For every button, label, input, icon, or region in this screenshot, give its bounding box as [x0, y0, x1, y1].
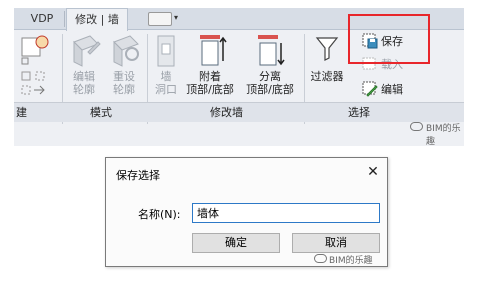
wechat-icon — [410, 122, 423, 131]
wall-opening-label-1: 墙 — [160, 70, 172, 83]
cancel-button[interactable]: 取消 — [292, 233, 380, 253]
edit-selection-icon — [362, 81, 378, 100]
reset-profile-label-2: 轮廓 — [113, 83, 135, 96]
filter-icon — [315, 36, 339, 65]
attach-label-1: 附着 — [199, 70, 221, 83]
tab-vdp[interactable]: VDP — [22, 8, 62, 30]
name-label: 名称(N): — [138, 208, 181, 221]
filter-button[interactable]: 过滤器 — [306, 70, 348, 83]
dialog-watermark: BIM的乐趣 — [329, 256, 373, 266]
reset-profile-icon — [110, 34, 142, 71]
name-field[interactable] — [192, 203, 380, 223]
attach-top-base-icon — [198, 33, 228, 70]
reset-profile-label-1: 重设 — [113, 70, 135, 83]
panel-label-mode: 模式 — [90, 106, 112, 119]
filter-label: 过滤器 — [310, 70, 344, 83]
detach-label-1: 分离 — [259, 70, 281, 83]
tab-divider — [64, 11, 65, 27]
panel-label-selection: 选择 — [348, 106, 370, 119]
wall-opening-label-2: 洞口 — [155, 83, 177, 96]
attach-label-2: 顶部/底部 — [186, 83, 234, 96]
tab-modify-wall[interactable]: 修改 | 墙 — [66, 8, 128, 31]
align-icon[interactable] — [20, 70, 50, 101]
edit-selection-label: 编辑 — [381, 83, 403, 96]
detach-top-base-button[interactable]: 分离 顶部/底部 — [242, 70, 298, 96]
ribbon-watermark: BIM的乐趣 — [426, 124, 461, 146]
reset-profile-button[interactable]: 重设 轮廓 — [106, 70, 142, 96]
close-icon[interactable]: ✕ — [364, 163, 382, 181]
create-icon[interactable] — [20, 34, 50, 69]
attach-top-base-button[interactable]: 附着 顶部/底部 — [182, 70, 238, 96]
ok-button[interactable]: 确定 — [192, 233, 280, 253]
panel-label-create: 建 — [16, 106, 27, 119]
wechat-icon — [314, 254, 327, 263]
save-highlight-box — [348, 14, 430, 64]
wall-opening-icon — [156, 34, 176, 71]
edit-selection-button[interactable]: 编辑 — [381, 83, 403, 96]
panel-label-modify-wall: 修改墙 — [210, 106, 243, 119]
edit-profile-label-2: 轮廓 — [73, 83, 95, 96]
edit-profile-icon — [70, 34, 102, 71]
detach-label-2: 顶部/底部 — [246, 83, 294, 96]
edit-profile-button[interactable]: 编辑 轮廓 — [66, 70, 102, 96]
quick-access-box[interactable] — [148, 12, 172, 26]
save-selection-dialog: 保存选择 ✕ 名称(N): 确定 取消 BIM的乐趣 — [105, 157, 388, 267]
dropdown-arrow-icon[interactable]: ▾ — [174, 13, 178, 22]
detach-top-base-icon — [256, 33, 286, 70]
dialog-title: 保存选择 — [116, 169, 160, 182]
edit-profile-label-1: 编辑 — [73, 70, 95, 83]
wall-opening-button[interactable]: 墙 洞口 — [150, 70, 182, 96]
